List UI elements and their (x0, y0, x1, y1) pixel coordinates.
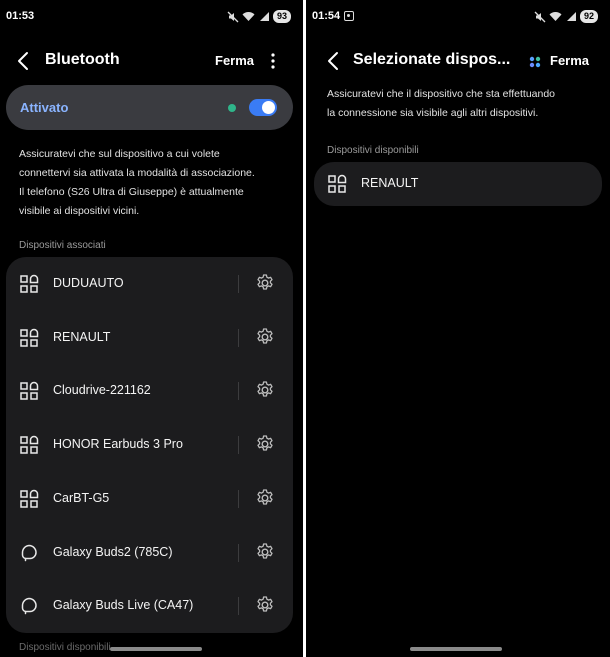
device-grid-icon (19, 381, 39, 401)
page-title: Bluetooth (45, 51, 120, 68)
status-dot-icon (228, 104, 236, 112)
divider (238, 597, 239, 616)
battery-indicator: 93 (272, 10, 291, 23)
device-grid-icon (19, 328, 39, 348)
bluetooth-toggle-row[interactable]: Attivato (6, 85, 293, 130)
home-indicator[interactable] (110, 647, 202, 651)
stop-scan-button[interactable]: Ferma (215, 53, 254, 68)
available-devices-list: RENAULT (314, 162, 602, 206)
wifi-icon (242, 12, 255, 21)
select-device-screen: 01:54 92 Selezionate dispos... Ferma Ass… (306, 0, 610, 657)
device-grid-icon (19, 435, 39, 455)
stop-scan-button[interactable]: Ferma (550, 53, 589, 68)
visibility-description: Assicuratevi che il dispositivo che sta … (327, 88, 556, 119)
back-arrow-icon[interactable] (322, 49, 346, 73)
toggle-label: Attivato (20, 100, 69, 115)
available-devices-header: Dispositivi disponibili (327, 145, 419, 156)
status-bar: 01:54 92 (306, 9, 610, 25)
page-title: Selezionate dispos... (353, 51, 511, 68)
earbud-icon (19, 596, 39, 616)
quick-share-icon[interactable] (529, 56, 541, 68)
gear-icon[interactable] (255, 595, 275, 615)
device-row[interactable]: HONOR Earbuds 3 Pro (6, 418, 293, 472)
device-name: RENAULT (53, 329, 111, 344)
status-time: 01:54 (312, 10, 341, 22)
divider (238, 275, 239, 293)
screen-record-icon (344, 11, 354, 21)
device-row[interactable]: Galaxy Buds2 (785C) (6, 526, 293, 580)
more-options-icon[interactable] (266, 50, 280, 72)
available-devices-header: Dispositivi disponibili (19, 642, 111, 653)
app-bar: Selezionate dispos... Ferma (306, 44, 610, 78)
earbud-icon (19, 543, 39, 563)
gear-icon[interactable] (255, 434, 275, 454)
device-row[interactable]: Cloudrive-221162 (6, 364, 293, 418)
device-row[interactable]: RENAULT (6, 311, 293, 365)
gear-icon[interactable] (255, 380, 275, 400)
gear-icon[interactable] (255, 488, 275, 508)
device-name: RENAULT (361, 176, 419, 190)
divider (238, 543, 239, 562)
divider (238, 489, 239, 508)
device-name: DUDUAUTO (53, 276, 124, 290)
device-name: Galaxy Buds2 (785C) (53, 544, 173, 559)
gear-icon[interactable] (255, 542, 275, 562)
bluetooth-settings-screen: 01:53 93 Bluetooth Ferma Attivato Assicu… (0, 0, 303, 657)
status-time: 01:53 (6, 10, 35, 22)
app-bar: Bluetooth Ferma (0, 44, 303, 78)
device-name: Cloudrive-221162 (53, 383, 151, 398)
device-row[interactable]: CarBT-G5 (6, 472, 293, 526)
bluetooth-switch[interactable] (249, 99, 277, 116)
signal-icon (259, 12, 269, 21)
device-name: CarBT-G5 (53, 490, 110, 505)
device-row[interactable]: Galaxy Buds Live (CA47) (6, 579, 293, 633)
device-row[interactable]: RENAULT (314, 162, 602, 206)
device-name: Galaxy Buds Live (CA47) (53, 598, 194, 613)
pairing-description: Assicuratevi che sul dispositivo a cui v… (19, 148, 255, 217)
gear-icon[interactable] (255, 273, 275, 293)
wifi-icon (549, 12, 562, 21)
divider (238, 436, 239, 455)
status-bar: 01:53 93 (0, 9, 303, 25)
mute-icon (534, 11, 546, 22)
mute-icon (227, 11, 239, 22)
battery-indicator: 92 (579, 10, 598, 23)
divider (238, 382, 239, 401)
device-grid-icon (19, 489, 39, 509)
device-row[interactable]: DUDUAUTO (6, 257, 293, 311)
device-name: HONOR Earbuds 3 Pro (53, 437, 183, 452)
signal-icon (566, 12, 576, 21)
paired-devices-list: DUDUAUTO RENAULT Cloudrive-221162 HONOR Ear… (6, 257, 293, 633)
device-grid-icon (327, 174, 347, 194)
back-arrow-icon[interactable] (12, 49, 36, 73)
device-grid-icon (19, 274, 39, 294)
paired-devices-header: Dispositivi associati (19, 240, 106, 251)
gear-icon[interactable] (255, 327, 275, 347)
home-indicator[interactable] (410, 647, 502, 651)
divider (238, 328, 239, 347)
